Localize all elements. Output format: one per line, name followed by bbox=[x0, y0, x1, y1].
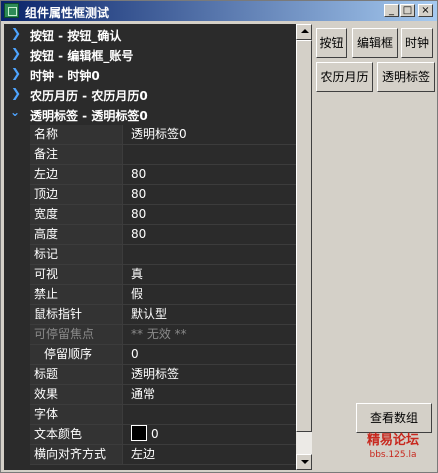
window-title: 组件属性框测试 bbox=[25, 6, 110, 20]
property-value: ** 无效 ** bbox=[122, 325, 296, 344]
property-row[interactable]: 左边 80 bbox=[4, 165, 296, 185]
view-array-button[interactable]: 查看数组 bbox=[356, 403, 432, 433]
property-name: 鼠标指针 bbox=[30, 305, 122, 324]
minimize-button[interactable]: _ bbox=[384, 4, 399, 17]
property-row[interactable]: 宽度 80 bbox=[4, 205, 296, 225]
component-tree: ❯ 按钮 - 按钮_确认 ❯ 按钮 - 编辑框_账号 ❯ 时钟 - 时钟0 ❯ … bbox=[4, 24, 296, 124]
watermark-logo: 精易论坛 bbs.125.la bbox=[351, 433, 435, 467]
property-value[interactable]: 0 bbox=[122, 345, 296, 364]
property-row[interactable]: 标记 bbox=[4, 245, 296, 265]
chevron-right-icon[interactable]: ❯ bbox=[11, 26, 21, 40]
tree-item-label: 透明标签 - 透明标签0 bbox=[30, 109, 148, 123]
property-row[interactable]: 鼠标指针 默认型 bbox=[4, 305, 296, 325]
vertical-scrollbar[interactable] bbox=[296, 24, 312, 470]
tree-item-label: 时钟 - 时钟0 bbox=[30, 69, 100, 83]
property-name: 标记 bbox=[30, 245, 122, 264]
property-row[interactable]: 可视真 bbox=[4, 265, 296, 285]
button-lunar-calendar[interactable]: 农历月历 bbox=[316, 62, 373, 92]
property-value[interactable]: 80 bbox=[122, 165, 296, 184]
tree-item[interactable]: ❯ 农历月历 - 农历月历0 bbox=[4, 84, 296, 104]
scroll-down-button[interactable] bbox=[296, 454, 312, 470]
maximize-button[interactable]: □ bbox=[400, 4, 415, 17]
arrow-up-icon bbox=[301, 29, 309, 33]
property-value[interactable]: 默认型 bbox=[122, 305, 296, 324]
property-value[interactable]: 假 bbox=[122, 285, 296, 304]
property-value[interactable] bbox=[122, 405, 296, 424]
property-value[interactable]: 80 bbox=[122, 205, 296, 224]
property-value[interactable]: 透明标签 bbox=[122, 365, 296, 384]
button-anniu[interactable]: 按钮 bbox=[316, 28, 347, 58]
button-edit-box[interactable]: 编辑框 bbox=[352, 28, 398, 58]
property-value[interactable]: 80 bbox=[122, 225, 296, 244]
row-divider bbox=[30, 464, 296, 465]
property-value-color[interactable]: 0 bbox=[122, 425, 296, 444]
chevron-right-icon[interactable]: ❯ bbox=[11, 66, 21, 80]
property-row[interactable]: 横向对齐方式 左边 bbox=[4, 445, 296, 465]
property-name: 高度 bbox=[30, 225, 122, 244]
property-row[interactable]: 名称 透明标签0 bbox=[4, 125, 296, 145]
tree-item[interactable]: ❯ 时钟 - 时钟0 bbox=[4, 64, 296, 84]
tree-item-label: 按钮 - 编辑框_账号 bbox=[30, 49, 134, 63]
title-bar[interactable]: 组件属性框测试 _ □ × bbox=[1, 1, 437, 21]
property-row[interactable]: 禁止假 bbox=[4, 285, 296, 305]
property-value[interactable]: 左边 bbox=[122, 445, 296, 464]
scroll-up-button[interactable] bbox=[296, 24, 312, 40]
tree-item-expanded[interactable]: ⌄ 透明标签 - 透明标签0 bbox=[4, 104, 296, 124]
property-name: 效果 bbox=[30, 385, 122, 404]
button-clock[interactable]: 时钟 bbox=[401, 28, 433, 58]
property-name: 可视 bbox=[30, 265, 122, 284]
property-row[interactable]: 停留顺序 0 bbox=[4, 345, 296, 365]
chevron-down-icon[interactable]: ⌄ bbox=[10, 105, 20, 119]
button-transparent-label[interactable]: 透明标签 bbox=[377, 62, 435, 92]
main-window: 组件属性框测试 _ □ × ❯ 按钮 - 按钮_确认 ❯ 按钮 - 编辑框_账号… bbox=[0, 0, 438, 473]
tree-item[interactable]: ❯ 按钮 - 按钮_确认 bbox=[4, 24, 296, 44]
watermark-line2: bbs.125.la bbox=[369, 450, 417, 460]
app-icon bbox=[4, 3, 19, 18]
property-name: 名称 bbox=[30, 125, 122, 144]
property-row[interactable]: 文本颜色 0 bbox=[4, 425, 296, 445]
property-name: 左边 bbox=[30, 165, 122, 184]
property-row[interactable]: 标题 透明标签 bbox=[4, 365, 296, 385]
tree-item-label: 按钮 - 按钮_确认 bbox=[30, 29, 122, 43]
color-swatch[interactable] bbox=[131, 425, 147, 441]
property-row[interactable]: 备注 bbox=[4, 145, 296, 165]
property-name: 顶边 bbox=[30, 185, 122, 204]
property-value[interactable] bbox=[122, 145, 296, 164]
arrow-down-icon bbox=[301, 460, 309, 464]
chevron-right-icon[interactable]: ❯ bbox=[11, 46, 21, 60]
property-value[interactable]: 真 bbox=[122, 265, 296, 284]
property-name: 宽度 bbox=[30, 205, 122, 224]
property-grid: 名称 透明标签0 备注 左边 80 顶边 80 宽度 80 高度 80 标记 可视真 禁止… bbox=[4, 125, 296, 465]
color-value: 0 bbox=[151, 427, 159, 441]
tree-item[interactable]: ❯ 按钮 - 编辑框_账号 bbox=[4, 44, 296, 64]
property-value[interactable]: 80 bbox=[122, 185, 296, 204]
property-name: 停留顺序 bbox=[30, 345, 122, 364]
property-panel: ❯ 按钮 - 按钮_确认 ❯ 按钮 - 编辑框_账号 ❯ 时钟 - 时钟0 ❯ … bbox=[4, 24, 296, 470]
property-value[interactable]: 透明标签0 bbox=[122, 125, 296, 144]
property-row[interactable]: 字体 bbox=[4, 405, 296, 425]
property-name: 文本颜色 bbox=[30, 425, 122, 444]
property-name: 横向对齐方式 bbox=[30, 445, 122, 464]
tree-item-label: 农历月历 - 农历月历0 bbox=[30, 89, 148, 103]
property-row[interactable]: 效果 通常 bbox=[4, 385, 296, 405]
property-row[interactable]: 顶边 80 bbox=[4, 185, 296, 205]
watermark-line1: 精易论坛 bbox=[366, 433, 419, 448]
property-value[interactable]: 通常 bbox=[122, 385, 296, 404]
chevron-right-icon[interactable]: ❯ bbox=[11, 86, 21, 100]
property-row[interactable]: 高度 80 bbox=[4, 225, 296, 245]
property-name: 字体 bbox=[30, 405, 122, 424]
property-name: 可停留焦点 bbox=[30, 325, 122, 344]
scroll-thumb[interactable] bbox=[296, 40, 312, 432]
property-name: 备注 bbox=[30, 145, 122, 164]
property-value[interactable] bbox=[122, 245, 296, 264]
property-name: 禁止 bbox=[30, 285, 122, 304]
property-row-disabled: 可停留焦点 ** 无效 ** bbox=[4, 325, 296, 345]
close-button[interactable]: × bbox=[418, 4, 433, 17]
property-name: 标题 bbox=[30, 365, 122, 384]
